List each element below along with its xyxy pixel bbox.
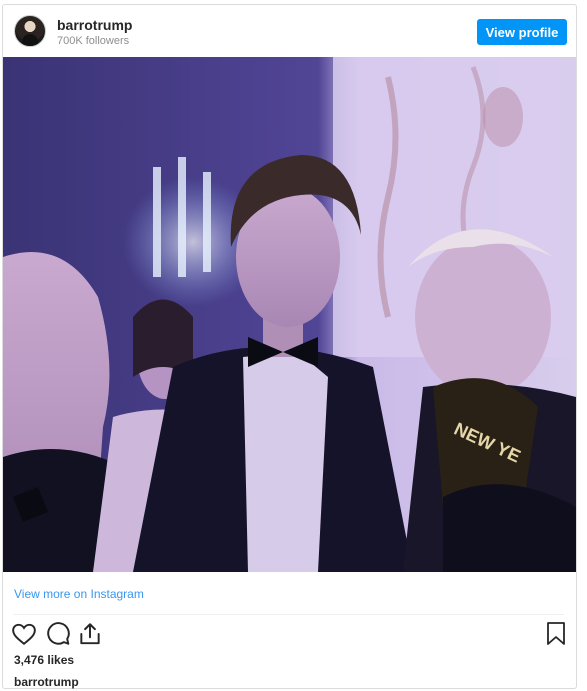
profile-username[interactable]: barrotrump xyxy=(57,17,132,33)
comment-icon[interactable] xyxy=(45,621,71,647)
post-header: barrotrump 700K followers View profile xyxy=(3,5,576,57)
photo-scene: NEW YE xyxy=(3,57,576,572)
caption-username[interactable]: barrotrump xyxy=(14,675,79,689)
instagram-embed-card: barrotrump 700K followers View profile N… xyxy=(2,4,577,689)
divider xyxy=(14,614,564,615)
heart-icon[interactable] xyxy=(11,621,37,647)
like-count: 3,476 likes xyxy=(14,653,75,667)
follower-count: 700K followers xyxy=(57,35,130,47)
bookmark-icon[interactable] xyxy=(544,621,568,647)
share-icon[interactable] xyxy=(77,621,103,647)
view-profile-button[interactable]: View profile xyxy=(477,19,567,45)
view-more-link[interactable]: View more on Instagram xyxy=(14,587,144,601)
profile-avatar[interactable] xyxy=(14,15,46,47)
post-photo[interactable]: NEW YE xyxy=(3,57,576,572)
